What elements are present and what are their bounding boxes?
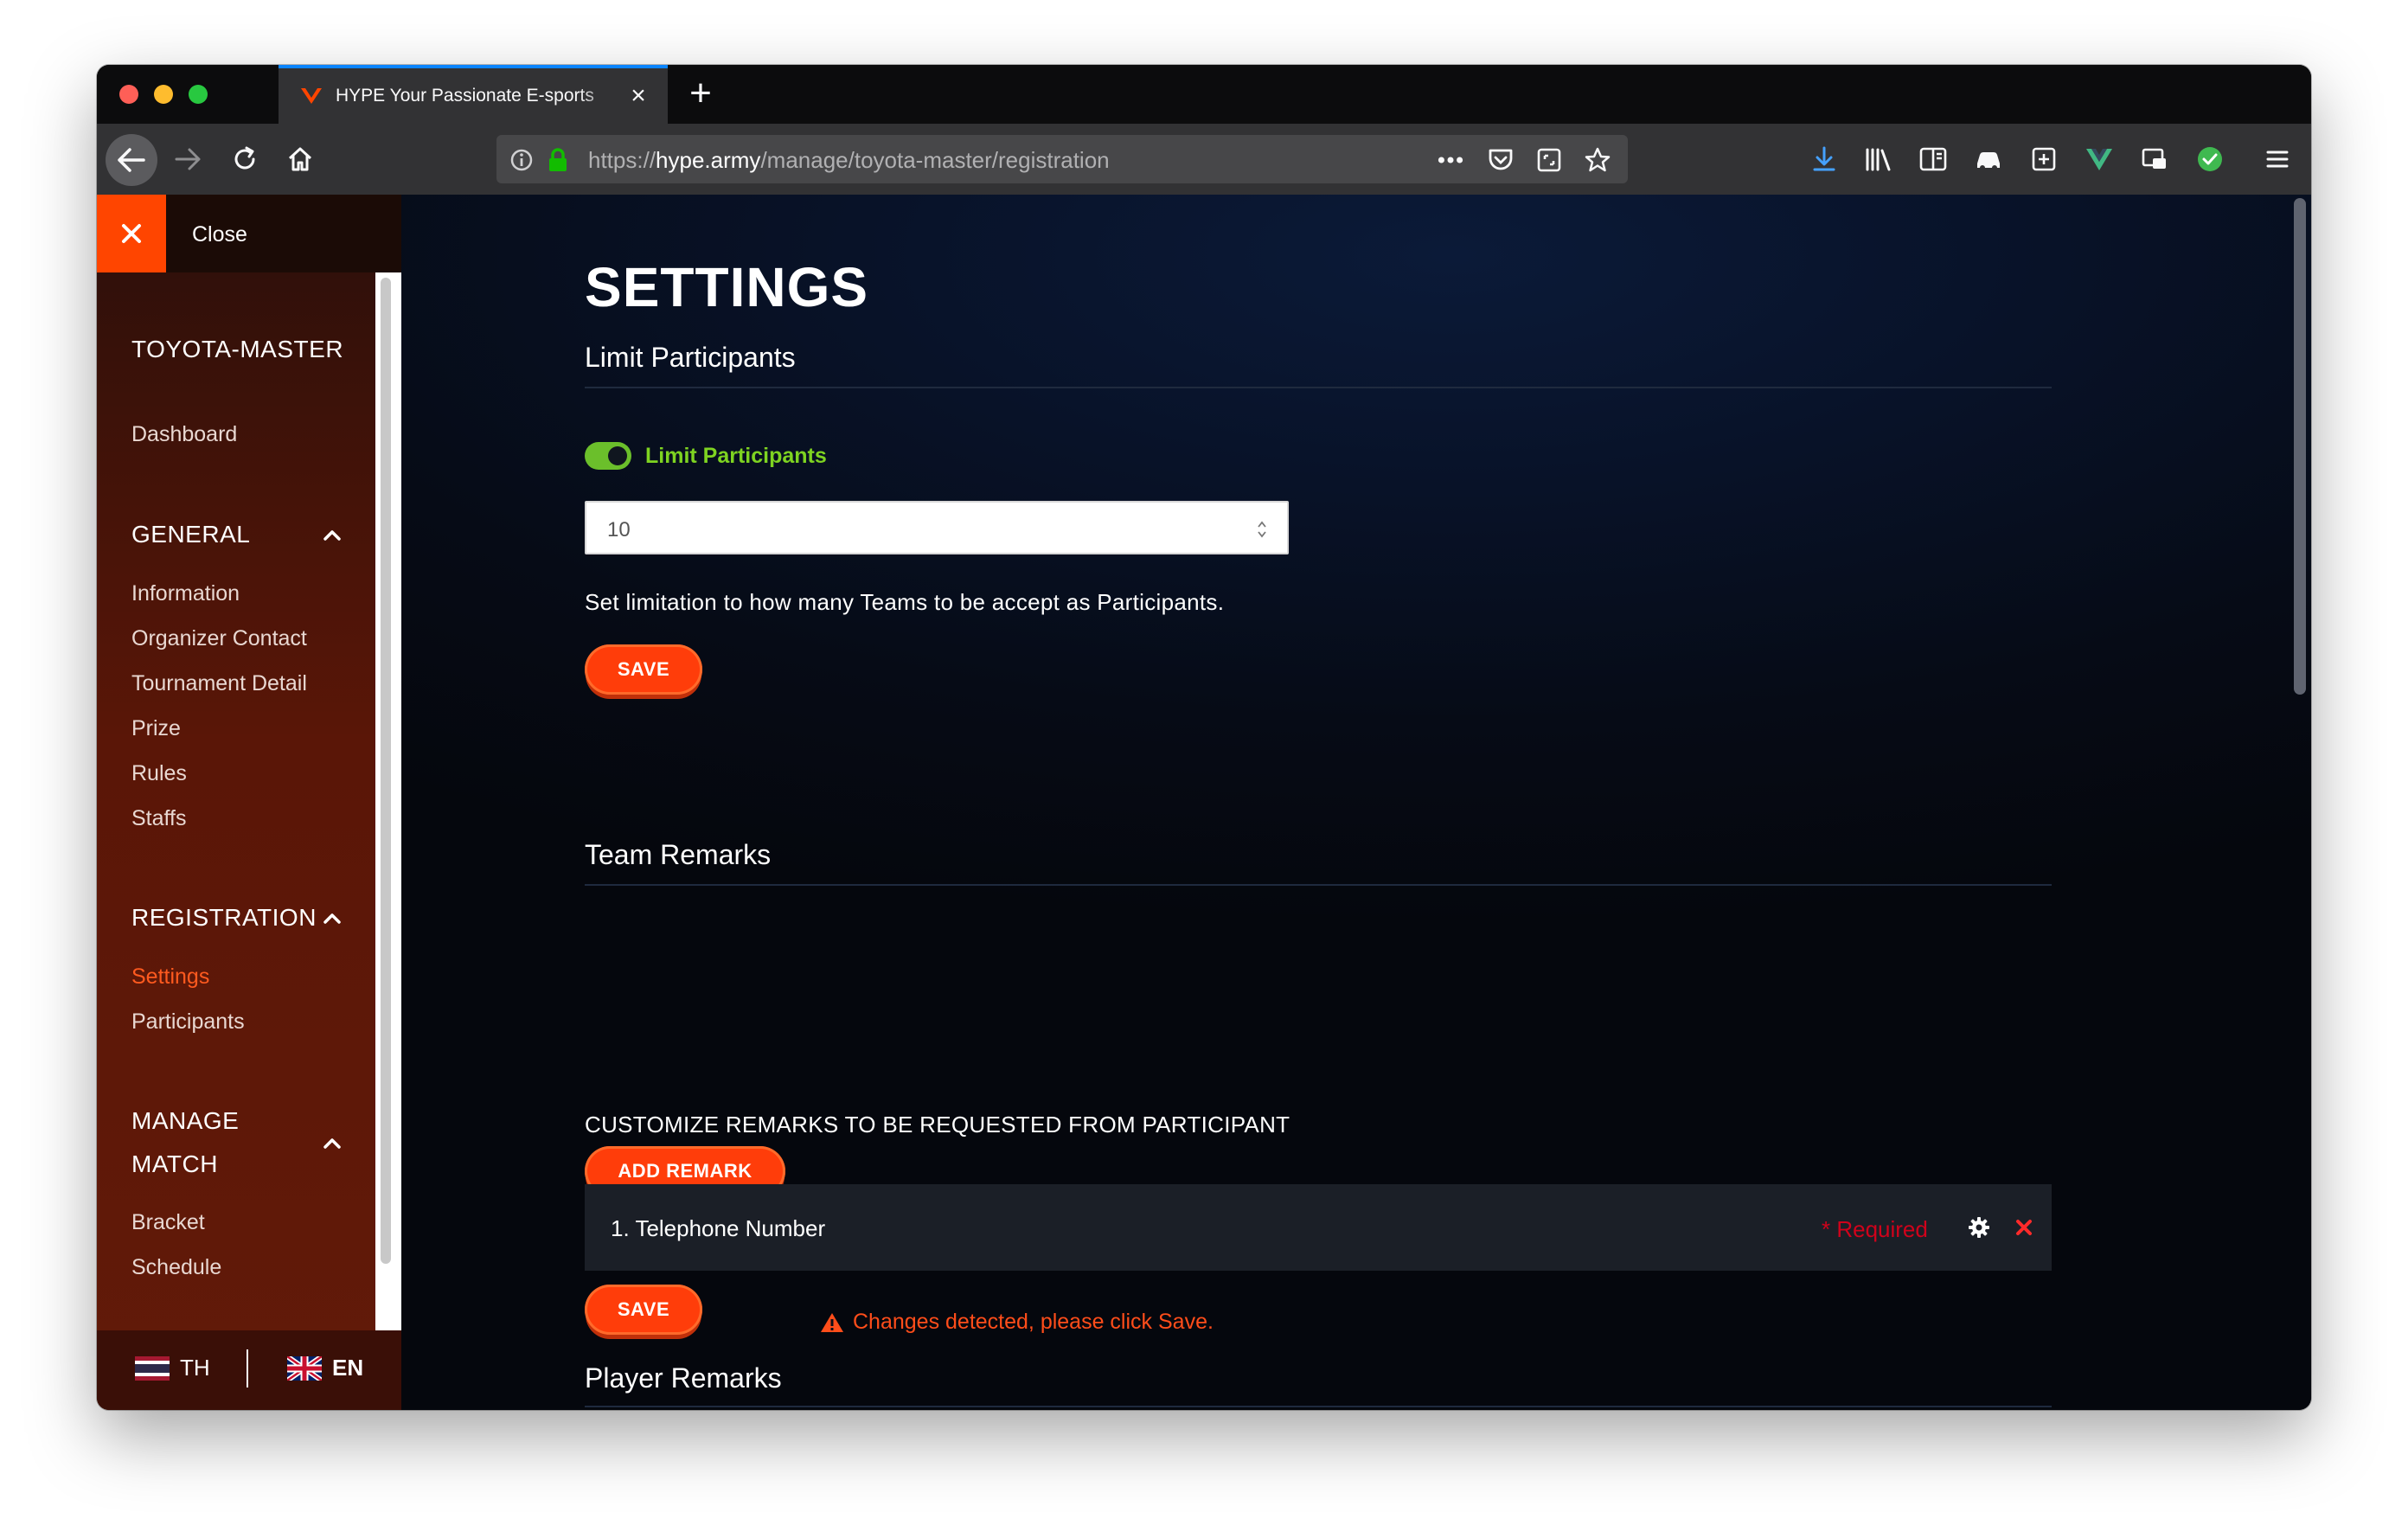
arrow-left-icon	[118, 148, 145, 172]
tab-close-icon[interactable]: ×	[626, 83, 650, 109]
url-bar[interactable]: https://hype.army/manage/toyota-master/r…	[496, 135, 1628, 183]
participant-limit-input[interactable]: 10	[585, 501, 1289, 554]
sidebar-item-schedule[interactable]: Schedule	[131, 1255, 221, 1280]
sidebar-item-rules[interactable]: Rules	[131, 761, 187, 786]
page-title: SETTINGS	[585, 256, 869, 318]
window-zoom-button[interactable]	[189, 85, 208, 104]
unsaved-changes-warning: Changes detected, please click Save.	[820, 1310, 1214, 1335]
team-remarks-subheading: CUSTOMIZE REMARKS TO BE REQUESTED FROM P…	[585, 1112, 1290, 1137]
url-text[interactable]: https://hype.army/manage/toyota-master/r…	[588, 147, 1110, 174]
delete-icon[interactable]	[2012, 1215, 2036, 1240]
pocket-icon[interactable]	[1488, 147, 1514, 173]
lang-en-label: EN	[332, 1355, 364, 1381]
page-actions-icon[interactable]	[1438, 147, 1463, 173]
browser-window: HYPE Your Passionate E-sports × + https:…	[97, 65, 2311, 1410]
sidebar-item-staffs[interactable]: Staffs	[131, 806, 186, 831]
player-remarks-heading: Player Remarks	[585, 1362, 782, 1394]
save-limit-button[interactable]: SAVE	[585, 644, 702, 695]
main-scrollbar-thumb[interactable]	[2294, 198, 2306, 695]
section-divider	[585, 387, 2052, 388]
remark-required-label: * Required	[1822, 1216, 1928, 1242]
back-button[interactable]	[106, 134, 157, 186]
extension-check-icon[interactable]	[2195, 144, 2225, 174]
info-icon[interactable]	[509, 147, 535, 173]
bookmark-star-icon[interactable]	[1585, 147, 1611, 173]
chevron-up-icon[interactable]	[320, 907, 344, 931]
sidebar-close-label[interactable]: Close	[192, 222, 247, 247]
section-divider	[585, 1406, 2052, 1407]
main-content: SETTINGS Limit Participants Limit Partic…	[401, 195, 2311, 1410]
limit-help-text: Set limitation to how many Teams to be a…	[585, 589, 1225, 615]
extension-screenshot-icon[interactable]	[2029, 144, 2059, 174]
section-manage-match[interactable]: MANAGE	[131, 1107, 239, 1135]
team-remarks-heading: Team Remarks	[585, 839, 772, 870]
chevron-up-icon[interactable]	[320, 1131, 344, 1156]
section-manage-match-line2[interactable]: MATCH	[131, 1150, 218, 1178]
tab-strip: HYPE Your Passionate E-sports × +	[97, 65, 2311, 124]
sidebar-item-information[interactable]: Information	[131, 581, 240, 606]
extension-inbox-icon[interactable]	[2140, 144, 2169, 174]
uk-flag-icon	[287, 1355, 322, 1381]
warning-text: Changes detected, please click Save.	[853, 1310, 1214, 1334]
sidebar-item-tournament-detail[interactable]: Tournament Detail	[131, 671, 307, 696]
sidebar-close-button[interactable]	[97, 195, 166, 272]
reload-icon	[234, 146, 255, 170]
sidebar-item-settings[interactable]: Settings	[131, 964, 209, 990]
sidebar-scrollbar-thumb[interactable]	[381, 278, 391, 1264]
nav-bar: https://hype.army/manage/toyota-master/r…	[97, 124, 2311, 195]
toggle-knob	[608, 446, 627, 465]
new-tab-button[interactable]: +	[683, 74, 718, 112]
sidebar: Close TOYOTA-MASTER Dashboard GENERAL In…	[97, 195, 401, 1410]
hamburger-menu-icon[interactable]	[2263, 144, 2292, 174]
tab-hype[interactable]: HYPE Your Passionate E-sports ×	[279, 65, 668, 124]
tab-title: HYPE Your Passionate E-sports	[336, 86, 594, 106]
library-icon[interactable]	[1864, 144, 1893, 174]
limit-participants-toggle[interactable]	[585, 442, 631, 470]
arrow-right-icon	[175, 148, 201, 170]
screenshot-icon[interactable]	[1536, 147, 1562, 173]
gear-icon[interactable]	[1967, 1215, 1991, 1240]
chevron-up-icon[interactable]	[320, 523, 344, 548]
sidebar-item-prize[interactable]: Prize	[131, 716, 181, 741]
reload-button[interactable]	[223, 138, 266, 181]
remark-row: 1. Telephone Number * Required	[585, 1184, 2052, 1271]
remark-name: 1. Telephone Number	[611, 1215, 826, 1241]
limit-participants-toggle-label[interactable]: Limit Participants	[645, 444, 827, 469]
section-registration[interactable]: REGISTRATION	[131, 904, 317, 932]
lang-th-button[interactable]: TH	[135, 1355, 210, 1381]
lang-th-label: TH	[180, 1355, 210, 1381]
sidebar-item-participants[interactable]: Participants	[131, 1009, 245, 1035]
sidebar-toggle-icon[interactable]	[1918, 144, 1948, 174]
home-icon	[288, 147, 312, 171]
limit-participants-heading: Limit Participants	[585, 342, 796, 373]
downloads-icon[interactable]	[1809, 144, 1839, 174]
close-icon	[122, 224, 141, 243]
forward-button[interactable]	[166, 138, 209, 181]
participant-limit-value: 10	[607, 518, 631, 542]
hype-logo-icon	[299, 84, 323, 108]
window-minimize-button[interactable]	[154, 85, 173, 104]
window-close-button[interactable]	[119, 85, 138, 104]
sidebar-item-organizer-contact[interactable]: Organizer Contact	[131, 626, 307, 651]
home-button[interactable]	[279, 138, 322, 181]
extension-car-icon[interactable]	[1974, 144, 2003, 174]
thailand-flag-icon	[135, 1355, 170, 1381]
lock-icon[interactable]	[545, 147, 571, 173]
sidebar-header: Close	[97, 195, 401, 272]
section-general[interactable]: GENERAL	[131, 521, 250, 548]
sidebar-item-bracket[interactable]: Bracket	[131, 1210, 205, 1235]
save-remarks-button[interactable]: SAVE	[585, 1285, 702, 1335]
lang-en-button[interactable]: EN	[287, 1355, 363, 1381]
lang-divider	[247, 1349, 248, 1387]
tournament-name: TOYOTA-MASTER	[131, 336, 344, 362]
vue-devtools-icon[interactable]	[2085, 144, 2114, 174]
language-switcher: TH EN	[97, 1330, 401, 1410]
sidebar-item-dashboard[interactable]: Dashboard	[131, 422, 237, 447]
number-spinner-icon[interactable]	[1256, 516, 1268, 542]
warning-icon	[821, 1312, 843, 1332]
section-divider	[585, 884, 2052, 886]
